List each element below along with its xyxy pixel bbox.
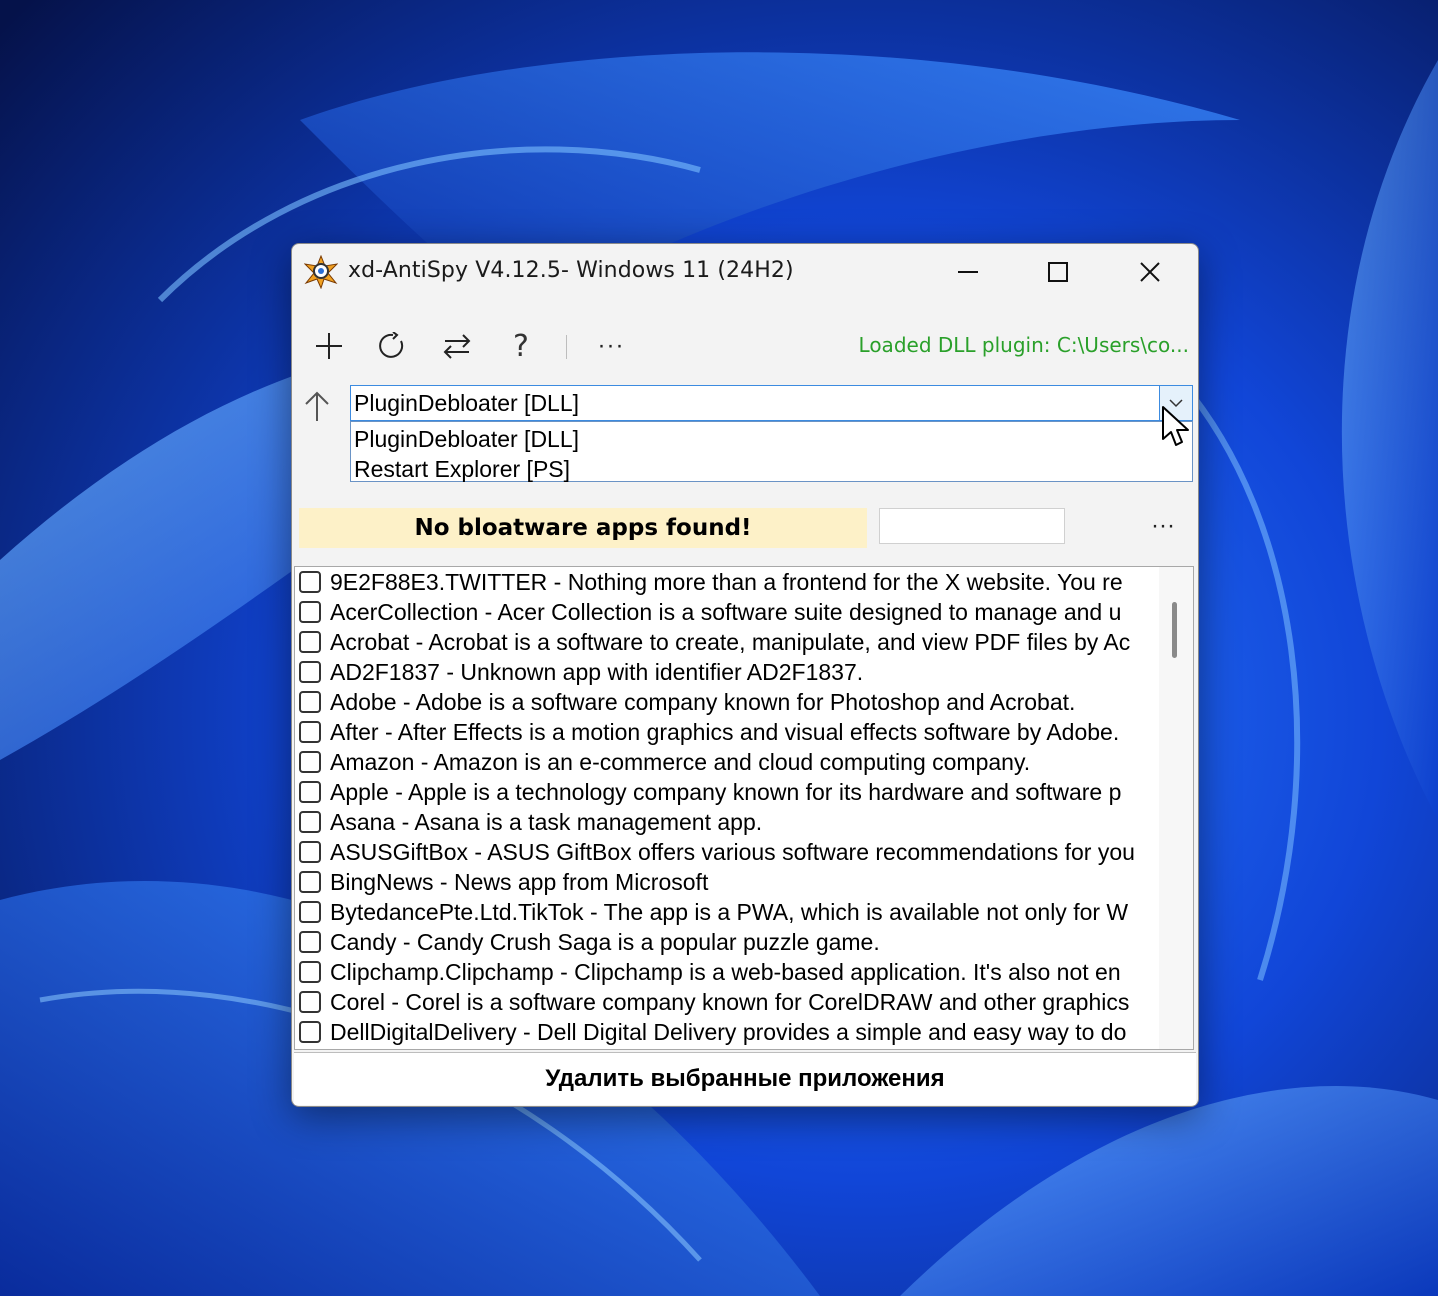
- app-checkbox[interactable]: [299, 871, 321, 893]
- app-checkbox[interactable]: [299, 721, 321, 743]
- list-scrollbar[interactable]: [1159, 567, 1193, 1049]
- refresh-button[interactable]: [373, 326, 413, 366]
- plugin-select-value: PluginDebloater [DLL]: [354, 390, 580, 416]
- app-checkbox[interactable]: [299, 661, 321, 683]
- close-icon: [1140, 262, 1160, 282]
- app-checkbox[interactable]: [299, 691, 321, 713]
- arrow-up-icon: [305, 391, 329, 421]
- list-item[interactable]: Apple - Apple is a technology company kn…: [295, 777, 1159, 807]
- app-description: ASUSGiftBox - ASUS GiftBox offers variou…: [330, 839, 1135, 865]
- app-checkbox[interactable]: [299, 571, 321, 593]
- app-description: AD2F1837 - Unknown app with identifier A…: [330, 659, 864, 685]
- dropdown-option-plugin-debloater[interactable]: PluginDebloater [DLL]: [354, 426, 579, 453]
- app-description: AcerCollection - Acer Collection is a so…: [330, 599, 1122, 625]
- list-item[interactable]: BytedancePte.Ltd.TikTok - The app is a P…: [295, 897, 1159, 927]
- dropdown-option-restart-explorer[interactable]: Restart Explorer [PS]: [354, 456, 570, 483]
- list-options-button[interactable]: ···: [1145, 508, 1181, 544]
- remove-selected-apps-button[interactable]: Удалить выбранные приложения: [294, 1052, 1196, 1105]
- title-bar[interactable]: xd-AntiSpy V4.12.5- Windows 11 (24H2): [292, 244, 1198, 300]
- list-item[interactable]: DellDigitalDelivery - Dell Digital Deliv…: [295, 1017, 1159, 1047]
- app-checkbox[interactable]: [299, 961, 321, 983]
- window-title: xd-AntiSpy V4.12.5- Windows 11 (24H2): [348, 258, 794, 283]
- list-item[interactable]: Adobe - Adobe is a software company know…: [295, 687, 1159, 717]
- swap-button[interactable]: [437, 326, 477, 366]
- plus-icon: [316, 333, 342, 359]
- list-item[interactable]: After - After Effects is a motion graphi…: [295, 717, 1159, 747]
- app-description: Acrobat - Acrobat is a software to creat…: [330, 629, 1131, 655]
- app-list: 9E2F88E3.TWITTER - Nothing more than a f…: [294, 566, 1194, 1050]
- app-description: Corel - Corel is a software company know…: [330, 989, 1130, 1015]
- app-description: 9E2F88E3.TWITTER - Nothing more than a f…: [330, 569, 1123, 595]
- minimize-button[interactable]: [928, 244, 1008, 300]
- list-item[interactable]: ASUSGiftBox - ASUS GiftBox offers variou…: [295, 837, 1159, 867]
- app-window: xd-AntiSpy V4.12.5- Windows 11 (24H2) ? …: [291, 243, 1199, 1107]
- list-item[interactable]: AD2F1837 - Unknown app with identifier A…: [295, 657, 1159, 687]
- toolbar-separator: [566, 335, 567, 359]
- refresh-icon: [379, 332, 404, 358]
- app-description: Amazon - Amazon is an e-commerce and clo…: [330, 749, 1031, 775]
- mouse-cursor-icon: [1162, 406, 1189, 446]
- swap-arrows-icon: [443, 334, 471, 359]
- app-description: Apple - Apple is a technology company kn…: [330, 779, 1122, 805]
- maximize-button[interactable]: [1018, 244, 1098, 300]
- app-checkbox[interactable]: [299, 931, 321, 953]
- add-button[interactable]: [309, 326, 349, 366]
- search-input[interactable]: [879, 508, 1065, 544]
- app-description: BytedancePte.Ltd.TikTok - The app is a P…: [330, 899, 1129, 925]
- app-description: DellDigitalDelivery - Dell Digital Deliv…: [330, 1019, 1127, 1045]
- app-list-content: 9E2F88E3.TWITTER - Nothing more than a f…: [295, 567, 1159, 1049]
- app-logo-icon: [304, 255, 338, 289]
- app-description: After - After Effects is a motion graphi…: [330, 719, 1120, 745]
- list-item[interactable]: Candy - Candy Crush Saga is a popular pu…: [295, 927, 1159, 957]
- app-description: Adobe - Adobe is a software company know…: [330, 689, 1076, 715]
- help-button[interactable]: ?: [501, 326, 541, 366]
- scrollbar-thumb[interactable]: [1172, 602, 1177, 658]
- list-item[interactable]: BingNews - News app from Microsoft: [295, 867, 1159, 897]
- list-item[interactable]: Asana - Asana is a task management app.: [295, 807, 1159, 837]
- list-item[interactable]: AcerCollection - Acer Collection is a so…: [295, 597, 1159, 627]
- app-checkbox[interactable]: [299, 631, 321, 653]
- app-checkbox[interactable]: [299, 751, 321, 773]
- list-item[interactable]: Acrobat - Acrobat is a software to creat…: [295, 627, 1159, 657]
- app-description: Candy - Candy Crush Saga is a popular pu…: [330, 929, 880, 955]
- up-arrow-button[interactable]: [302, 389, 332, 423]
- list-item[interactable]: 9E2F88E3.TWITTER - Nothing more than a f…: [295, 567, 1159, 597]
- app-checkbox[interactable]: [299, 811, 321, 833]
- app-description: Clipchamp.Clipchamp - Clipchamp is a web…: [330, 959, 1121, 985]
- plugin-select[interactable]: PluginDebloater [DLL]: [350, 385, 1193, 421]
- app-checkbox[interactable]: [299, 1021, 321, 1043]
- maximize-icon: [1048, 262, 1068, 282]
- status-banner: No bloatware apps found!: [299, 508, 867, 548]
- list-item[interactable]: Clipchamp.Clipchamp - Clipchamp is a web…: [295, 957, 1159, 987]
- app-checkbox[interactable]: [299, 901, 321, 923]
- more-options-button[interactable]: ···: [591, 326, 631, 366]
- app-checkbox[interactable]: [299, 841, 321, 863]
- plugin-dropdown-list: PluginDebloater [DLL] Restart Explorer […: [350, 421, 1193, 482]
- app-description: Asana - Asana is a task management app.: [330, 809, 763, 835]
- list-item[interactable]: Corel - Corel is a software company know…: [295, 987, 1159, 1017]
- plugin-status-text: Loaded DLL plugin: C:\Users\co...: [858, 333, 1189, 357]
- app-description: BingNews - News app from Microsoft: [330, 869, 709, 895]
- app-checkbox[interactable]: [299, 781, 321, 803]
- app-checkbox[interactable]: [299, 991, 321, 1013]
- close-button[interactable]: [1110, 244, 1190, 300]
- list-item[interactable]: Amazon - Amazon is an e-commerce and clo…: [295, 747, 1159, 777]
- minimize-icon: [958, 271, 978, 273]
- app-checkbox[interactable]: [299, 601, 321, 623]
